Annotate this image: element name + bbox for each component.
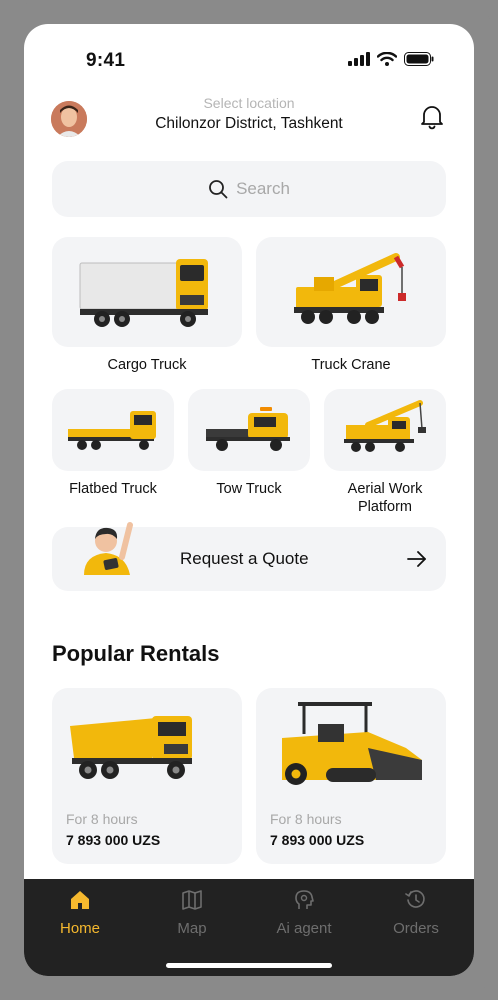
rental-card[interactable]: For 8 hours 7 893 000 UZS bbox=[256, 688, 446, 864]
category-label: Flatbed Truck bbox=[69, 481, 157, 497]
tab-label: Map bbox=[177, 920, 207, 937]
tab-home[interactable]: Home bbox=[24, 889, 136, 937]
dump-truck-icon bbox=[70, 716, 192, 779]
home-icon bbox=[71, 891, 89, 909]
rental-price: 7 893 000 UZS bbox=[270, 832, 365, 848]
category-card-truck-crane[interactable] bbox=[256, 237, 446, 347]
wifi-icon bbox=[377, 52, 397, 66]
asphalt-paver-icon bbox=[282, 702, 422, 785]
category-card-cargo-truck[interactable] bbox=[52, 237, 242, 347]
tab-bar: Home Map Ai agent Orders bbox=[24, 879, 474, 976]
truck-crane-icon bbox=[294, 253, 406, 324]
status-bar: 9:41 bbox=[24, 24, 474, 80]
location-selector[interactable]: Chilonzor District, Tashkent bbox=[24, 115, 474, 133]
tab-map[interactable]: Map bbox=[136, 889, 248, 937]
tab-label: Home bbox=[59, 920, 100, 937]
app-screen: 9:41 Select location Chilonzor District,… bbox=[24, 24, 474, 976]
status-time: 9:41 bbox=[86, 50, 126, 71]
ai-agent-icon bbox=[295, 890, 314, 909]
notification-button[interactable] bbox=[420, 104, 444, 135]
tab-orders[interactable]: Orders bbox=[360, 889, 472, 937]
battery-icon bbox=[404, 52, 434, 66]
phone-frame: 9:41 Select location Chilonzor District,… bbox=[0, 0, 498, 1000]
location-label: Select location bbox=[203, 95, 295, 111]
section-title: Popular Rentals bbox=[52, 641, 220, 666]
category-card-aerial-work-platform[interactable] bbox=[324, 389, 446, 471]
cargo-truck-icon bbox=[79, 259, 208, 327]
category-label: Aerial Work Platform bbox=[347, 481, 423, 515]
search-icon bbox=[209, 180, 228, 199]
category-label: Truck Crane bbox=[311, 357, 391, 373]
bell-icon bbox=[421, 106, 443, 130]
orders-icon bbox=[405, 890, 425, 908]
rental-period: For 8 hours bbox=[66, 811, 138, 827]
arrow-right-icon bbox=[407, 551, 426, 567]
rental-period: For 8 hours bbox=[270, 811, 342, 827]
flatbed-truck-icon bbox=[68, 411, 156, 450]
category-label: Tow Truck bbox=[216, 481, 282, 497]
category-card-tow-truck[interactable] bbox=[188, 389, 310, 471]
aerial-work-platform-icon bbox=[344, 400, 426, 452]
request-quote-label: Request a Quote bbox=[180, 549, 309, 568]
home-indicator bbox=[166, 963, 332, 968]
tab-label: Ai agent bbox=[276, 920, 332, 937]
tow-truck-icon bbox=[206, 407, 290, 451]
search-input[interactable]: Search bbox=[236, 179, 290, 199]
tab-ai-agent[interactable]: Ai agent bbox=[248, 889, 360, 937]
rental-price: 7 893 000 UZS bbox=[66, 832, 161, 848]
request-quote-button[interactable]: Request a Quote bbox=[52, 522, 446, 591]
search-bar[interactable]: Search bbox=[52, 161, 446, 217]
tab-label: Orders bbox=[393, 920, 439, 937]
status-icons bbox=[348, 52, 434, 66]
category-label: Cargo Truck bbox=[107, 357, 187, 373]
person-with-phone-icon bbox=[84, 522, 133, 575]
category-card-flatbed-truck[interactable] bbox=[52, 389, 174, 471]
signal-icon bbox=[348, 52, 370, 66]
rental-card[interactable]: For 8 hours 7 893 000 UZS bbox=[52, 688, 242, 864]
map-icon bbox=[182, 890, 202, 910]
